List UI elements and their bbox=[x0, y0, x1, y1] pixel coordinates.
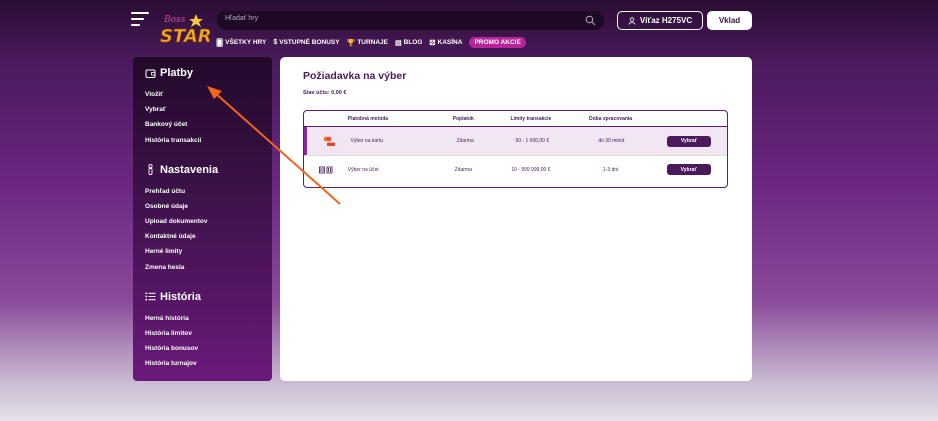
top-navigation: 🂠 VŠETKY HRY $ VSTUPNÉ BONUSY 🏆 TURNAJE … bbox=[216, 37, 526, 48]
wallet-icon bbox=[145, 69, 156, 78]
payments-heading: Platby bbox=[145, 67, 260, 79]
sidebar-item-change-password[interactable]: Zmena hesla bbox=[145, 264, 260, 271]
payments-links: Vložiť Vybrať Bankový účet História tran… bbox=[145, 91, 260, 144]
withdrawal-panel: Požiadavka na výber Stav účtu: 0,00 € Pl… bbox=[280, 57, 752, 381]
trophy-icon: 🏆 bbox=[346, 39, 356, 47]
page-title: Požiadavka na výber bbox=[303, 70, 407, 82]
table-row[interactable]: Výber na účet Zdarma 10 - 999 999,00 € 1… bbox=[304, 155, 727, 183]
cards-icon: 🂠 bbox=[216, 39, 224, 47]
nav-all-games[interactable]: 🂠 VŠETKY HRY bbox=[216, 39, 266, 47]
sidebar-item-withdraw[interactable]: Vybrať bbox=[145, 106, 260, 113]
search-input[interactable]: Hľadať hry bbox=[225, 15, 258, 22]
sidebar-item-tournament-history[interactable]: História turnajov bbox=[145, 360, 260, 367]
method-icon-cell bbox=[307, 135, 350, 147]
processing-time: 1-3 dni bbox=[602, 166, 619, 173]
logo[interactable]: Boss STARS bbox=[158, 10, 210, 48]
fee: Zdarma bbox=[454, 166, 472, 173]
action-cell: Vybrať bbox=[650, 164, 727, 175]
withdraw-card-button[interactable]: Vybrať bbox=[666, 135, 711, 147]
nav-bonuses[interactable]: $ VSTUPNÉ BONUSY bbox=[273, 39, 339, 46]
nav-promo[interactable]: PROMO AKCIE bbox=[469, 37, 526, 48]
account-balance: Stav účtu: 0,00 € bbox=[303, 90, 347, 96]
dollar-icon: $ bbox=[273, 39, 278, 46]
search-bar[interactable]: Hľadať hry bbox=[217, 11, 604, 30]
settings-links: Prehľad účtu Osobné údaje Upload dokumen… bbox=[145, 188, 260, 271]
method-name: Výber na účet bbox=[347, 166, 379, 173]
nav-label: KASÍNA bbox=[437, 39, 463, 46]
nav-tournaments[interactable]: 🏆 TURNAJE bbox=[347, 39, 388, 47]
nav-label: BLOG bbox=[403, 39, 423, 46]
action-cell: Vybrať bbox=[651, 135, 727, 147]
sidebar-item-game-history[interactable]: Herná história bbox=[145, 315, 260, 322]
table-header: Platobná metóda Poplatok Limity transakc… bbox=[304, 111, 727, 127]
section-title: Nastavenia bbox=[160, 163, 219, 176]
processing-time: do 30 minút bbox=[598, 138, 625, 144]
sidebar-item-bank-account[interactable]: Bankový účet bbox=[145, 121, 260, 128]
table-row[interactable]: Výber na kartu Zdarma 50 - 1 000,00 € do… bbox=[304, 127, 727, 155]
user-name: Víťaz H275VC bbox=[639, 16, 693, 25]
blog-icon: ▤ bbox=[395, 39, 402, 47]
user-account-button[interactable]: Víťaz H275VC bbox=[617, 11, 703, 30]
nav-label: VŠETKY HRY bbox=[225, 39, 267, 46]
column-header: Poplatok bbox=[452, 115, 474, 122]
sidebar-item-game-limits[interactable]: Herné limity bbox=[145, 248, 260, 255]
section-title: Platby bbox=[160, 67, 194, 79]
nav-blog[interactable]: ▤ BLOG bbox=[395, 39, 422, 47]
sidebar-item-account-overview[interactable]: Prehľad účtu bbox=[145, 188, 260, 195]
column-header: Limity transakcie bbox=[510, 115, 552, 122]
sidebar-item-bonus-history[interactable]: História bonusov bbox=[145, 345, 260, 352]
column-header: Doba spracovania bbox=[589, 115, 633, 122]
column-header: Platobná metóda bbox=[347, 115, 389, 122]
bank-icon bbox=[318, 166, 333, 173]
svg-text:STARS: STARS bbox=[160, 26, 210, 47]
history-links: Herná história História limitov História… bbox=[145, 315, 260, 368]
svg-text:Boss: Boss bbox=[163, 15, 186, 25]
list-icon bbox=[145, 292, 156, 301]
withdrawal-methods-table: Platobná metóda Poplatok Limity transakc… bbox=[303, 110, 728, 188]
sidebar-item-personal-data[interactable]: Osobné údaje bbox=[145, 203, 260, 210]
person-icon bbox=[148, 164, 153, 176]
method-name: Výber na kartu bbox=[350, 138, 384, 144]
dice-icon: ⚄ bbox=[429, 39, 436, 47]
settings-heading: Nastavenia bbox=[145, 164, 260, 176]
account-sidebar: Platby Vložiť Vybrať Bankový účet Histór… bbox=[133, 57, 272, 381]
section-title: História bbox=[160, 290, 201, 303]
sidebar-item-contact-data[interactable]: Kontaktné údaje bbox=[145, 233, 260, 240]
nav-casinos[interactable]: ⚄ KASÍNA bbox=[429, 39, 462, 47]
withdraw-bank-button[interactable]: Vybrať bbox=[666, 164, 711, 175]
sidebar-item-limit-history[interactable]: História limitov bbox=[145, 330, 260, 337]
user-icon bbox=[628, 16, 636, 25]
nav-label: VSTUPNÉ BONUSY bbox=[279, 39, 340, 46]
sidebar-item-upload-documents[interactable]: Upload dokumentov bbox=[145, 218, 260, 225]
menu-icon[interactable] bbox=[131, 12, 149, 26]
nav-label: TURNAJE bbox=[357, 39, 389, 46]
history-heading: História bbox=[145, 291, 260, 303]
sidebar-item-transaction-history[interactable]: História transakcií bbox=[145, 137, 260, 144]
limits: 10 - 999 999,00 € bbox=[511, 166, 551, 173]
fee: Zdarma bbox=[456, 138, 474, 144]
deposit-button[interactable]: Vklad bbox=[707, 11, 752, 30]
sidebar-item-deposit[interactable]: Vložiť bbox=[145, 91, 260, 98]
method-icon-cell bbox=[304, 166, 348, 174]
search-icon[interactable] bbox=[585, 15, 596, 26]
card-provider-icon bbox=[323, 136, 335, 146]
limits: 50 - 1 000,00 € bbox=[515, 138, 550, 144]
